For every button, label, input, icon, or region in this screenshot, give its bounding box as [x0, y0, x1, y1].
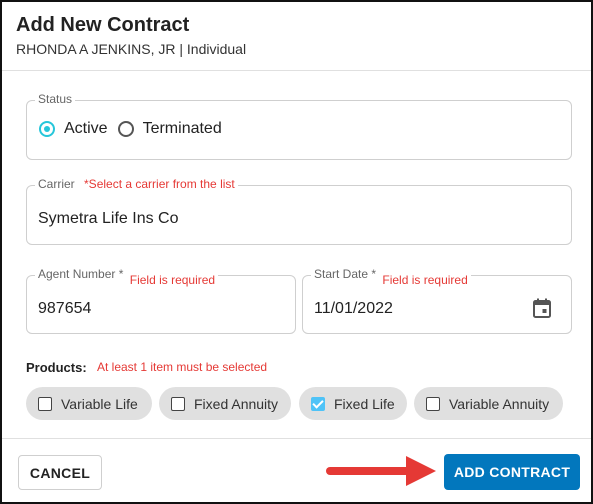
status-fieldset: Status Active Terminated — [26, 92, 572, 160]
dialog-header: Add New Contract RHONDA A JENKINS, JR | … — [16, 14, 246, 57]
agent-number-field[interactable]: Agent Number * Field is required 987654 — [26, 267, 296, 334]
footer-divider — [2, 438, 591, 439]
checkbox-checked-icon — [311, 396, 325, 411]
header-divider — [2, 70, 591, 71]
cancel-button[interactable]: CANCEL — [18, 455, 102, 490]
start-date-error: Field is required — [382, 273, 468, 287]
start-date-value: 11/01/2022 — [314, 300, 393, 317]
checkbox-unchecked-icon — [171, 396, 185, 411]
chip-label: Fixed Life — [334, 395, 395, 412]
checkbox-unchecked-icon — [38, 396, 52, 411]
dialog-subtitle: RHONDA A JENKINS, JR | Individual — [16, 41, 247, 57]
red-arrow-icon — [322, 454, 438, 493]
agent-number-label-group: Agent Number * Field is required — [35, 267, 219, 287]
carrier-value: Symetra Life Ins Co — [38, 210, 179, 227]
start-date-field[interactable]: Start Date * Field is required 11/01/202… — [302, 267, 572, 334]
product-chip-fixed-annuity[interactable]: Fixed Annuity — [159, 387, 291, 420]
checkbox-unchecked-icon — [426, 396, 440, 411]
start-date-label-group: Start Date * Field is required — [311, 267, 471, 287]
agent-number-error: Field is required — [129, 273, 216, 287]
product-chip-variable-annuity[interactable]: Variable Annuity — [414, 387, 563, 420]
radio-checked-icon — [39, 121, 55, 137]
agent-number-value: 987654 — [38, 300, 92, 317]
status-radio-terminated[interactable]: Terminated — [117, 120, 222, 138]
product-chip-fixed-life[interactable]: Fixed Life — [299, 387, 407, 420]
status-radio-active[interactable]: Active — [39, 120, 108, 138]
products-error: At least 1 item must be selected — [97, 360, 268, 374]
carrier-label: Carrier — [38, 177, 75, 191]
radio-label-active: Active — [64, 120, 108, 137]
chip-label: Fixed Annuity — [194, 395, 279, 412]
start-date-label: Start Date * — [314, 267, 377, 281]
radio-label-terminated: Terminated — [142, 120, 222, 137]
chip-label: Variable Life — [61, 395, 138, 412]
status-radio-group: Active Terminated — [39, 120, 232, 138]
carrier-error: *Select a carrier from the list — [84, 177, 235, 191]
carrier-field[interactable]: Carrier *Select a carrier from the list … — [26, 177, 572, 245]
status-label: Status — [35, 92, 76, 106]
agent-number-label: Agent Number * — [38, 267, 124, 281]
calendar-icon[interactable] — [533, 298, 551, 323]
products-label: Products: — [26, 360, 87, 375]
radio-unchecked-icon — [117, 121, 134, 137]
dialog-title: Add New Contract — [16, 14, 190, 36]
product-chip-variable-life[interactable]: Variable Life — [26, 387, 152, 420]
chip-label: Variable Annuity — [449, 395, 550, 412]
add-contract-button[interactable]: ADD CONTRACT — [444, 454, 580, 490]
add-contract-dialog: Add New Contract RHONDA A JENKINS, JR | … — [0, 0, 593, 504]
carrier-label-group: Carrier *Select a carrier from the list — [35, 177, 238, 191]
